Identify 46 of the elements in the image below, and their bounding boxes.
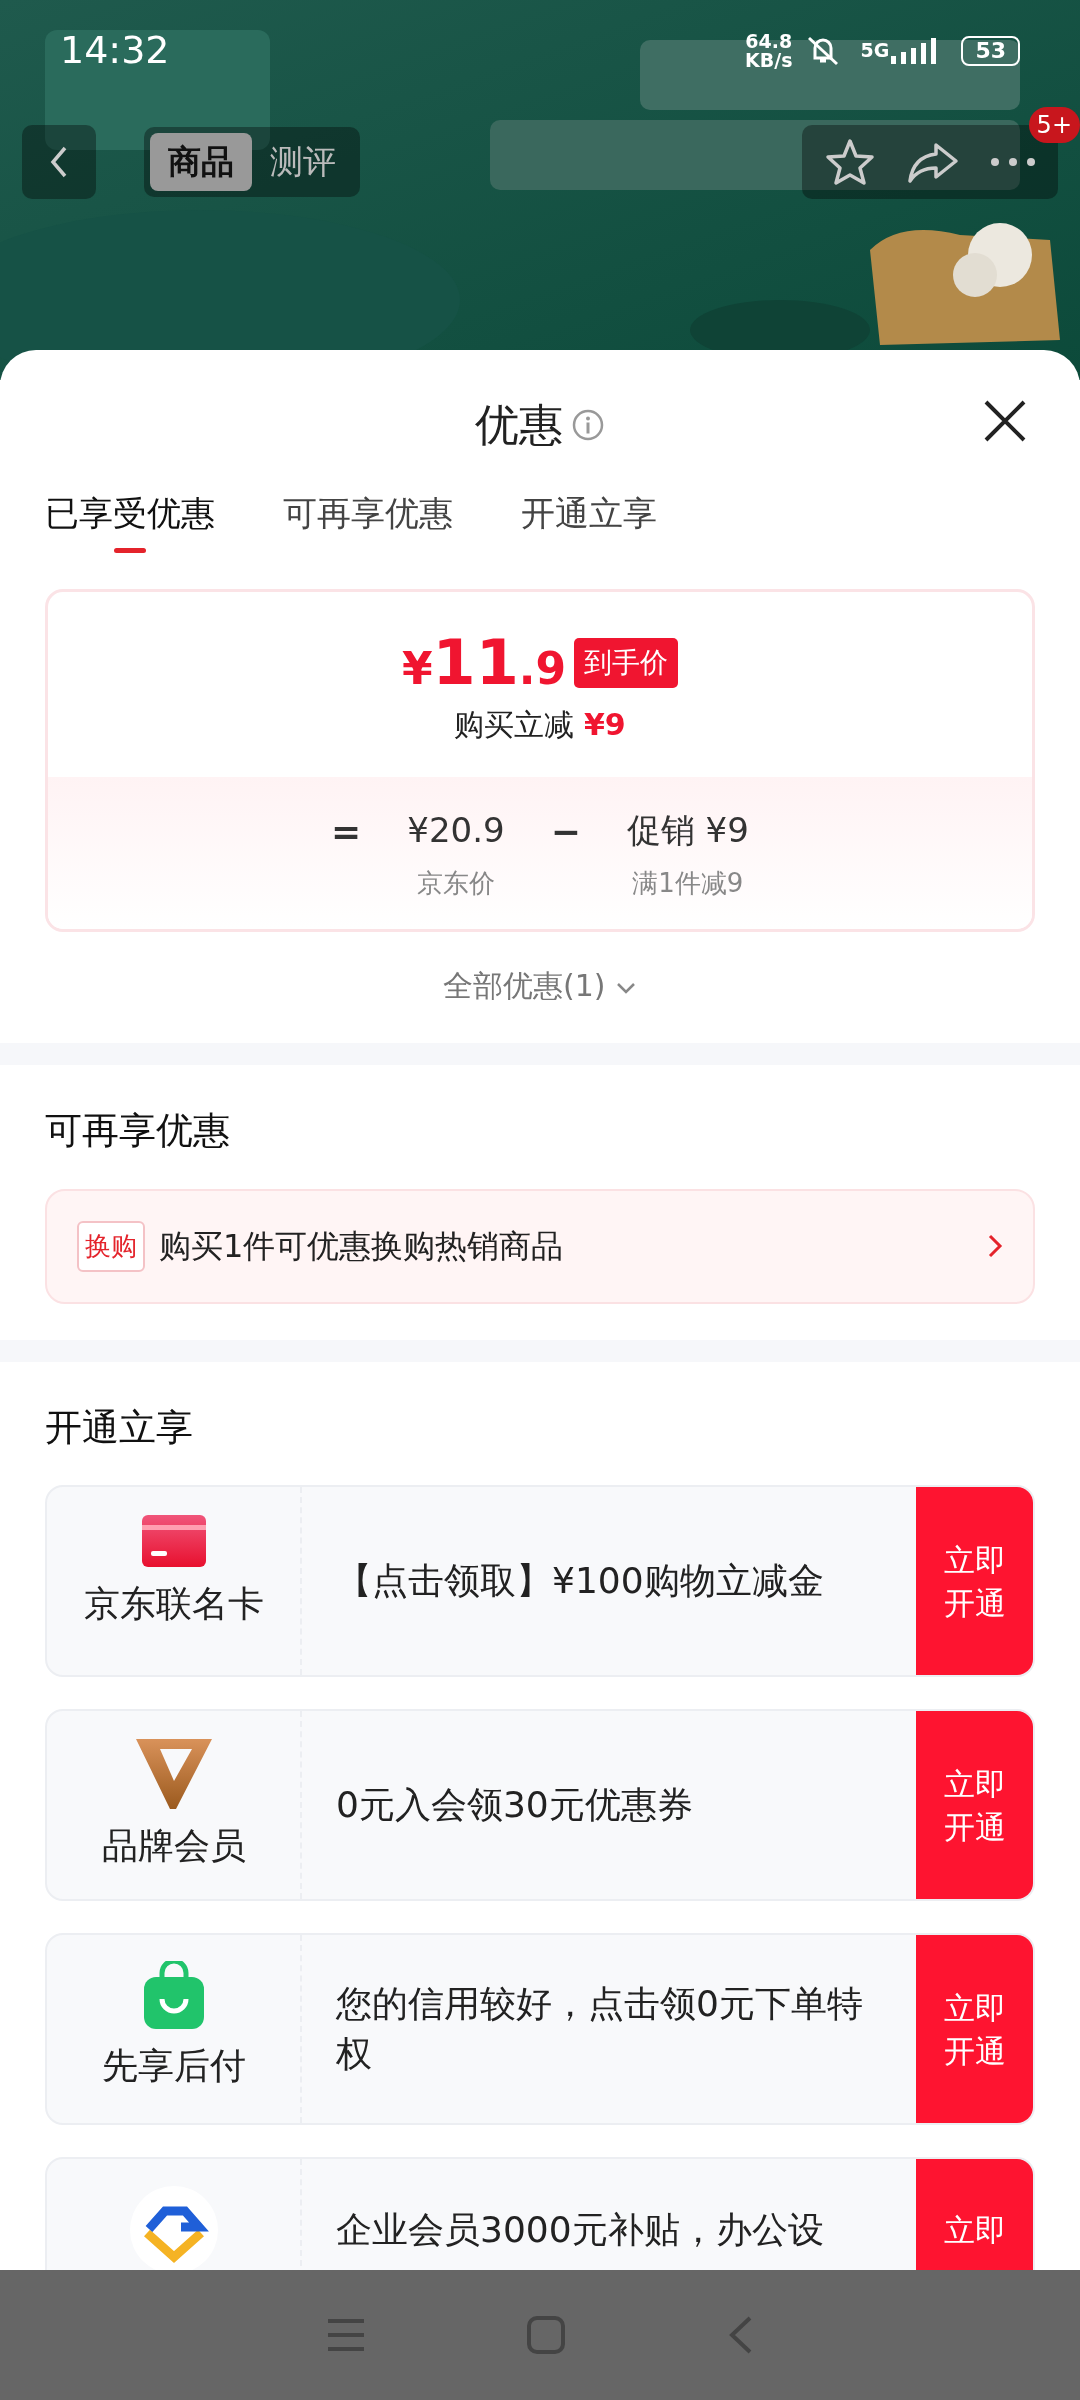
battery-icon: 53 [961,35,1020,66]
offer-tab[interactable]: 可再享优惠 [283,488,453,553]
info-icon[interactable] [571,408,605,442]
offer-text: 您的信用较好，点击领0元下单特权 [335,1981,864,2076]
v-logo-icon [133,1737,214,1811]
offer-text: 企业会员3000元补贴，办公设 [335,2208,825,2252]
status-time: 14:32 [60,27,170,74]
network-type: 5G [860,41,890,60]
section-heading: 可再享优惠 [44,1108,231,1154]
activate-button[interactable]: 立即 [916,2159,1033,2270]
offer-tag: 换购 [77,1220,145,1272]
offer-tab[interactable]: 已享受优惠 [45,488,215,553]
activate-button[interactable]: 立即开通 [916,1935,1033,2123]
star-icon[interactable] [824,137,876,187]
chevron-down-icon [615,980,637,995]
close-button[interactable] [982,398,1028,444]
final-price: ¥11.9 [401,632,567,694]
activate-button[interactable]: 立即开通 [916,1711,1033,1899]
offer-tab[interactable]: 开通立享 [521,488,657,553]
program-name: 先享后付 [101,2044,246,2088]
price-caption: 满1件减9 [632,867,744,900]
program-name: 京东联名卡 [83,1582,264,1626]
program-name: 品牌会员 [101,1824,246,1868]
network-speed: 64.8 KB/s [745,31,793,70]
offer-row[interactable]: 换购 购买1件可优惠换购热销商品 [45,1188,1035,1304]
page-tab[interactable]: 商品 [150,133,252,191]
section-heading: 开通立享 [44,1404,194,1451]
more-icon[interactable] [990,156,1036,168]
price-value: ¥20.9 [407,809,505,852]
instant-discount: 购买立减 ¥9 [453,706,627,744]
price-caption: 京东价 [416,867,495,900]
chevron-icon [987,1233,1003,1259]
math-operator: = [331,810,362,854]
credit-card-icon [140,1513,207,1569]
sheet-title: 优惠 [475,398,563,452]
back-button[interactable] [22,125,96,199]
all-offers-toggle[interactable]: 全部优惠(1) [436,962,643,1009]
offer-text: 【点击领取】¥100购物立减金 [335,1558,825,1603]
page-tab[interactable]: 测评 [252,133,354,191]
offer-text: 购买1件可优惠换购热销商品 [159,1226,565,1267]
price-tag: 到手价 [574,638,679,688]
activate-button[interactable]: 立即开通 [916,1487,1033,1675]
offer-text: 0元入会领30元优惠券 [335,1782,694,1827]
shopping-bag-icon [141,1961,206,2031]
price-value: 促销 ¥9 [626,809,749,852]
math-operator: − [550,810,581,854]
